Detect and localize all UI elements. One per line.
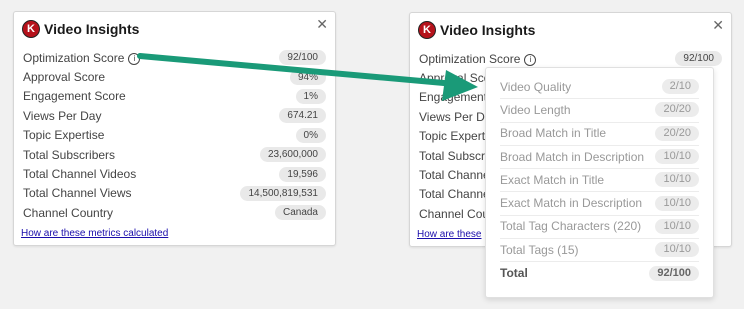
breakdown-row: Exact Match in Title 10/10: [500, 168, 699, 193]
breakdown-value-badge: 10/10: [655, 149, 699, 165]
metric-label-text: Engagement Score: [23, 89, 126, 104]
metric-label: Total Subscrib: [419, 149, 494, 163]
metric-label-text: Topic Expertise: [23, 128, 105, 143]
metric-value-badge: 94%: [289, 69, 326, 85]
metric-label: Topic Expertis: [419, 129, 494, 143]
metric-row: Views Per Day 674.21: [23, 106, 326, 125]
breakdown-label: Broad Match in Description: [500, 149, 645, 164]
metric-row: Optimization Score i 92/100: [419, 49, 722, 68]
breakdown-label: Total: [500, 266, 528, 281]
breakdown-value-badge: 10/10: [655, 242, 699, 258]
breakdown-value-badge: 10/10: [655, 218, 699, 234]
brand-logo-icon: K: [418, 21, 436, 39]
metric-label-text: Views Per Day: [23, 108, 102, 123]
metric-row: Channel Country Canada: [23, 203, 326, 222]
metric-row: Optimization Score i 92/100: [23, 48, 326, 67]
metric-row: Total Subscribers 23,600,000: [23, 145, 326, 164]
metrics-info-link[interactable]: How are these metrics calculated: [21, 228, 168, 239]
breakdown-label: Video Length: [500, 102, 571, 117]
breakdown-value-badge: 20/20: [655, 102, 699, 118]
video-insights-panel: K Video Insights ✕ Optimization Score i 92…: [13, 11, 336, 246]
breakdown-row: Video Quality 2/10: [500, 75, 699, 100]
metric-label-text: Total Channel Views: [23, 186, 132, 201]
metrics-info-link[interactable]: How are these: [417, 229, 481, 240]
breakdown-row: Broad Match in Description 10/10: [500, 145, 699, 170]
breakdown-label: Exact Match in Description: [500, 196, 643, 211]
panel-header: K Video Insights: [418, 19, 535, 41]
optimization-score-breakdown-tooltip: Video Quality 2/10 Video Length 20/20 Broad …: [485, 67, 714, 298]
breakdown-label: Broad Match in Title: [500, 126, 607, 141]
breakdown-label: Exact Match in Title: [500, 172, 605, 187]
metric-value-badge: 14,500,819,531: [240, 185, 326, 201]
metric-row: Topic Expertise 0%: [23, 126, 326, 145]
breakdown-value-badge: 2/10: [661, 79, 699, 95]
panel-title: Video Insights: [440, 22, 536, 38]
panel-title: Video Insights: [44, 21, 140, 37]
breakdown-value-badge: 10/10: [655, 195, 699, 211]
metrics-list: Optimization Score i 92/100 Approval Score 9…: [23, 48, 326, 223]
metric-label-text: Approval Score: [23, 70, 106, 85]
metric-value-badge: Canada: [274, 205, 326, 221]
brand-logo-icon: K: [22, 20, 40, 38]
breakdown-row: Total Tags (15) 10/10: [500, 238, 699, 263]
metric-row: Total Channel Views 14,500,819,531: [23, 184, 326, 203]
metric-label: Views Per Day: [23, 109, 101, 123]
metric-label: Total Channel Views: [23, 186, 132, 200]
metric-value-badge: 92/100: [675, 51, 722, 67]
metric-row: Engagement Score 1%: [23, 87, 326, 106]
metric-label: Engagement Score: [23, 89, 126, 103]
breakdown-row: Total Tag Characters (220) 10/10: [500, 215, 699, 240]
breakdown-row: Exact Match in Description 10/10: [500, 192, 699, 216]
close-icon[interactable]: ✕: [712, 17, 724, 34]
metric-label-text: Topic Expertis: [419, 129, 494, 144]
metric-label-text: Optimization Score: [23, 50, 125, 65]
breakdown-label: Total Tag Characters (220): [500, 219, 642, 234]
metric-value-badge: 674.21: [279, 108, 326, 124]
metric-label: Total Channel Videos: [23, 167, 136, 181]
metric-label: Optimization Score i: [419, 51, 537, 66]
breakdown-value-badge: 20/20: [655, 125, 699, 141]
breakdown-total-row: Total 92/100: [500, 261, 699, 284]
metric-value-badge: 23,600,000: [259, 147, 326, 163]
metric-label-text: Total Subscribers: [23, 147, 116, 162]
metric-label: Optimization Score i: [23, 50, 141, 65]
breakdown-value-badge: 10/10: [655, 172, 699, 188]
metric-row: Total Channel Videos 19,596: [23, 164, 326, 183]
metric-label-text: Total Channel: [419, 168, 493, 183]
breakdown-row: Broad Match in Title 20/20: [500, 122, 699, 146]
metric-label: Approval Score: [23, 70, 105, 84]
info-icon[interactable]: i: [524, 53, 537, 66]
metric-label-text: Optimization Score: [419, 51, 521, 66]
metric-value-badge: 1%: [295, 88, 326, 104]
breakdown-row: Video Length 20/20: [500, 98, 699, 123]
metric-label: Total Channel: [419, 187, 492, 201]
breakdown-value-badge: 92/100: [649, 265, 699, 281]
breakdown-label: Video Quality: [500, 79, 572, 94]
metric-label: Topic Expertise: [23, 128, 104, 142]
metric-label: Total Channel: [419, 168, 492, 182]
metric-label-text: Total Channel: [419, 187, 493, 202]
close-icon[interactable]: ✕: [316, 16, 328, 33]
metric-value-badge: 92/100: [279, 50, 326, 66]
metric-row: Approval Score 94%: [23, 67, 326, 86]
info-icon[interactable]: i: [128, 52, 141, 65]
breakdown-label: Total Tags (15): [500, 242, 579, 257]
metric-label: Channel Country: [23, 206, 113, 220]
metric-value-badge: 19,596: [279, 166, 326, 182]
metric-label-text: Total Channel Videos: [23, 167, 137, 182]
metric-label: Total Subscribers: [23, 148, 115, 162]
metric-label-text: Total Subscrib: [419, 148, 495, 163]
metric-value-badge: 0%: [295, 127, 326, 143]
metric-label-text: Channel Country: [23, 205, 114, 220]
panel-header: K Video Insights: [22, 18, 139, 40]
